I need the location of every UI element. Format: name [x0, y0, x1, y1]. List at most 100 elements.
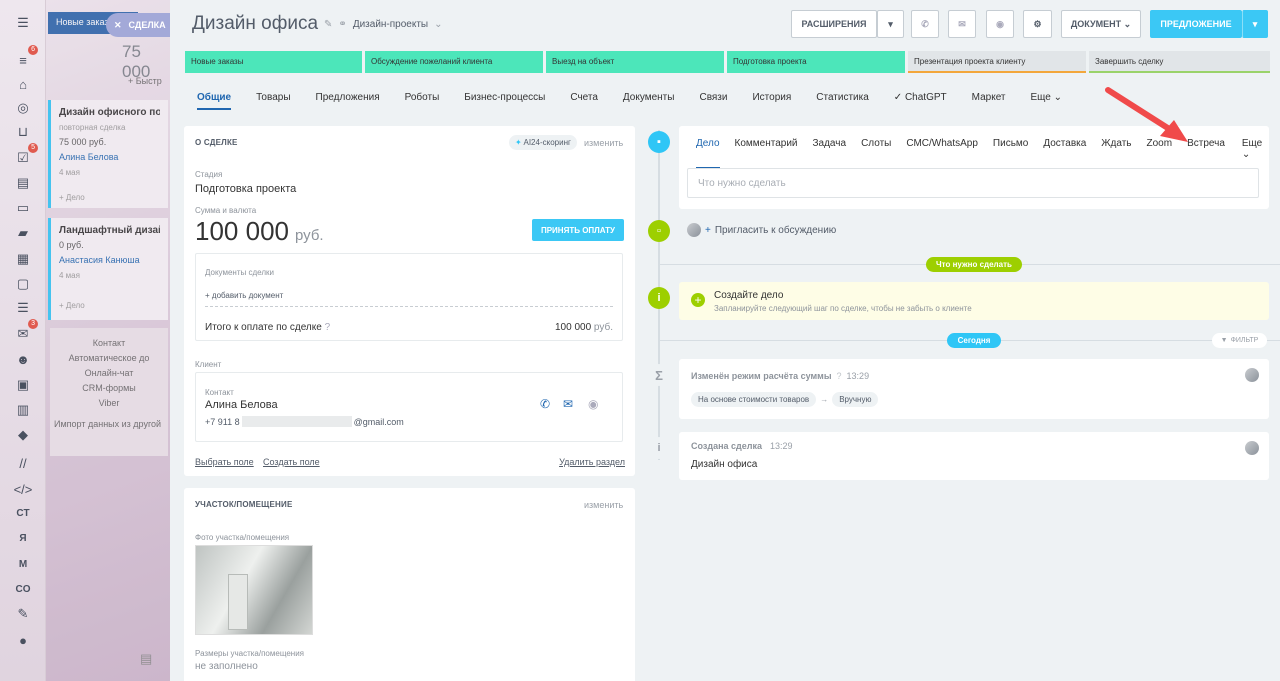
extensions-button[interactable]: РАСШИРЕНИЯ: [791, 10, 877, 38]
todo-input[interactable]: Что нужно сделать: [687, 168, 1259, 198]
board-card-add[interactable]: + Дело: [59, 298, 160, 313]
ai-scoring-button[interactable]: ✦ AI24-скоринг: [509, 135, 577, 150]
stage-project-prep[interactable]: Подготовка проекта: [727, 51, 905, 73]
stage-site-visit[interactable]: Выезд на объект: [546, 51, 724, 73]
create-field-link[interactable]: Создать поле: [263, 457, 320, 467]
pencil-icon[interactable]: ✎: [324, 19, 332, 30]
document-icon[interactable]: ▭: [11, 197, 35, 219]
activity-tab-meeting[interactable]: Встреча: [1187, 138, 1225, 160]
tab-offers[interactable]: Предложения: [316, 92, 380, 103]
document-button[interactable]: ДОКУМЕНТ ⌄: [1061, 10, 1141, 38]
tab-documents[interactable]: Документы: [623, 92, 675, 103]
phone-icon[interactable]: ✆: [540, 397, 550, 411]
close-slider-button[interactable]: ✕ СДЕЛКА: [106, 13, 170, 37]
offer-dropdown[interactable]: ▾: [1242, 10, 1268, 38]
tab-products[interactable]: Товары: [256, 92, 290, 103]
tasks-icon[interactable]: ☑ 5: [11, 143, 38, 169]
cart-icon[interactable]: ⊔: [11, 121, 35, 143]
tab-business-processes[interactable]: Бизнес-процессы: [464, 92, 545, 103]
activity-tab-email[interactable]: Письмо: [993, 138, 1028, 160]
plus-circle-icon[interactable]: +: [691, 293, 705, 307]
automation-import[interactable]: Импорт данных из другой: [54, 417, 164, 432]
avatar[interactable]: [1245, 441, 1259, 455]
envelope-icon[interactable]: ✉: [563, 397, 573, 411]
size-value[interactable]: не заполнено: [195, 661, 258, 672]
tab-history[interactable]: История: [752, 92, 791, 103]
automation-item[interactable]: CRM-формы: [54, 381, 164, 396]
activity-tab-delivery[interactable]: Доставка: [1043, 138, 1086, 160]
add-document-link[interactable]: + добавить документ: [205, 291, 283, 300]
accept-payment-button[interactable]: ПРИНЯТЬ ОПЛАТУ: [532, 219, 624, 241]
premises-photo[interactable]: [195, 545, 313, 635]
create-task-card[interactable]: + Создайте дело Запланируйте следующий ш…: [679, 282, 1269, 320]
stage-finish[interactable]: Завершить сделку: [1089, 51, 1270, 73]
rail-ct[interactable]: CT: [11, 502, 35, 524]
chevron-down-icon[interactable]: ⌄: [434, 19, 442, 30]
extensions-dropdown[interactable]: ▾: [877, 10, 904, 38]
automation-item[interactable]: Viber: [54, 396, 164, 411]
delete-section-link[interactable]: Удалить раздел: [559, 457, 625, 467]
filter-icon[interactable]: ≡ 6: [11, 45, 38, 71]
messenger-icon[interactable]: ◉: [588, 397, 598, 411]
board-card[interactable]: Ландшафтный дизайн_бол 0 руб. Анастасия …: [48, 218, 168, 320]
sum-value[interactable]: 100 000: [195, 216, 289, 247]
phone-button[interactable]: ✆: [911, 10, 939, 38]
avatar[interactable]: [1245, 368, 1259, 382]
rail-ya[interactable]: Я: [11, 527, 35, 549]
stage-presentation[interactable]: Презентация проекта клиенту: [908, 51, 1086, 73]
tab-general[interactable]: Общие: [197, 92, 232, 110]
calendar-icon[interactable]: ▤: [11, 172, 35, 194]
users-icon[interactable]: ☻: [11, 348, 35, 370]
activity-tab-slots[interactable]: Слоты: [861, 138, 891, 160]
tab-statistics[interactable]: Статистика: [816, 92, 869, 103]
schedule-icon[interactable]: ▦: [11, 248, 35, 270]
offer-button[interactable]: ПРЕДЛОЖЕНИЕ: [1150, 10, 1242, 38]
settings-button[interactable]: ⚙: [1023, 10, 1052, 38]
mail-icon[interactable]: ✉ 3: [11, 319, 38, 345]
drive-icon[interactable]: ▢: [11, 273, 35, 295]
help-icon[interactable]: ?: [837, 371, 842, 381]
email-button[interactable]: ✉: [948, 10, 976, 38]
code-icon[interactable]: </>: [11, 478, 35, 500]
tab-chatgpt[interactable]: ✓ ChatGPT: [894, 92, 947, 103]
stage-value[interactable]: Подготовка проекта: [195, 183, 296, 195]
contact-email[interactable]: @gmail.com: [354, 417, 404, 427]
tab-links[interactable]: Связи: [699, 92, 727, 103]
timeline-item-body[interactable]: Дизайн офиса: [691, 459, 757, 470]
automation-item[interactable]: Онлайн-чат: [54, 366, 164, 381]
stripes-icon[interactable]: //: [11, 452, 35, 474]
link-icon[interactable]: ⚭: [338, 19, 346, 30]
stage-discussion[interactable]: Обсуждение пожеланий клиента: [365, 51, 543, 73]
activity-tab-task[interactable]: Дело: [696, 138, 720, 169]
menu-icon[interactable]: ☰: [11, 12, 35, 34]
activity-tab-sms[interactable]: СМС/WhatsApp: [906, 138, 978, 160]
box-icon[interactable]: ◆: [11, 424, 35, 446]
deal-category[interactable]: Дизайн-проекты: [353, 19, 428, 30]
invite-row[interactable]: + Пригласить к обсуждению: [687, 223, 836, 237]
home-icon[interactable]: ⌂: [11, 73, 35, 95]
check-icon[interactable]: ●: [11, 629, 35, 651]
activity-tab-more[interactable]: Еще ⌄: [1242, 138, 1262, 160]
briefcase-icon[interactable]: ▥: [11, 399, 35, 421]
select-field-link[interactable]: Выбрать поле: [195, 457, 254, 467]
rail-co[interactable]: CO: [11, 578, 35, 600]
contact-phone[interactable]: +7 911 8: [205, 417, 240, 427]
deal-title[interactable]: Дизайн офиса: [192, 13, 318, 35]
board-card-add[interactable]: + Дело: [59, 190, 160, 205]
tab-more[interactable]: Еще ⌄: [1031, 92, 1063, 103]
premises-edit-link[interactable]: изменить: [584, 500, 623, 510]
help-icon[interactable]: ?: [325, 322, 331, 333]
storage-icon[interactable]: ☰: [11, 297, 35, 319]
edit-link[interactable]: изменить: [584, 138, 623, 148]
board-quick-add[interactable]: + Быстр: [128, 76, 162, 86]
rail-m[interactable]: M: [11, 553, 35, 575]
activity-tab-comment[interactable]: Комментарий: [735, 138, 798, 160]
target-icon[interactable]: ◎: [11, 97, 35, 119]
contact-card-icon[interactable]: ▣: [11, 374, 35, 396]
board-card[interactable]: Дизайн офисного помещ повторная сделка 7…: [48, 100, 168, 208]
pen-icon[interactable]: ✎: [11, 603, 35, 625]
print-icon[interactable]: ▤: [140, 651, 152, 667]
tab-invoices[interactable]: Счета: [570, 92, 598, 103]
tab-robots[interactable]: Роботы: [405, 92, 440, 103]
contact-name[interactable]: Алина Белова: [205, 399, 278, 411]
